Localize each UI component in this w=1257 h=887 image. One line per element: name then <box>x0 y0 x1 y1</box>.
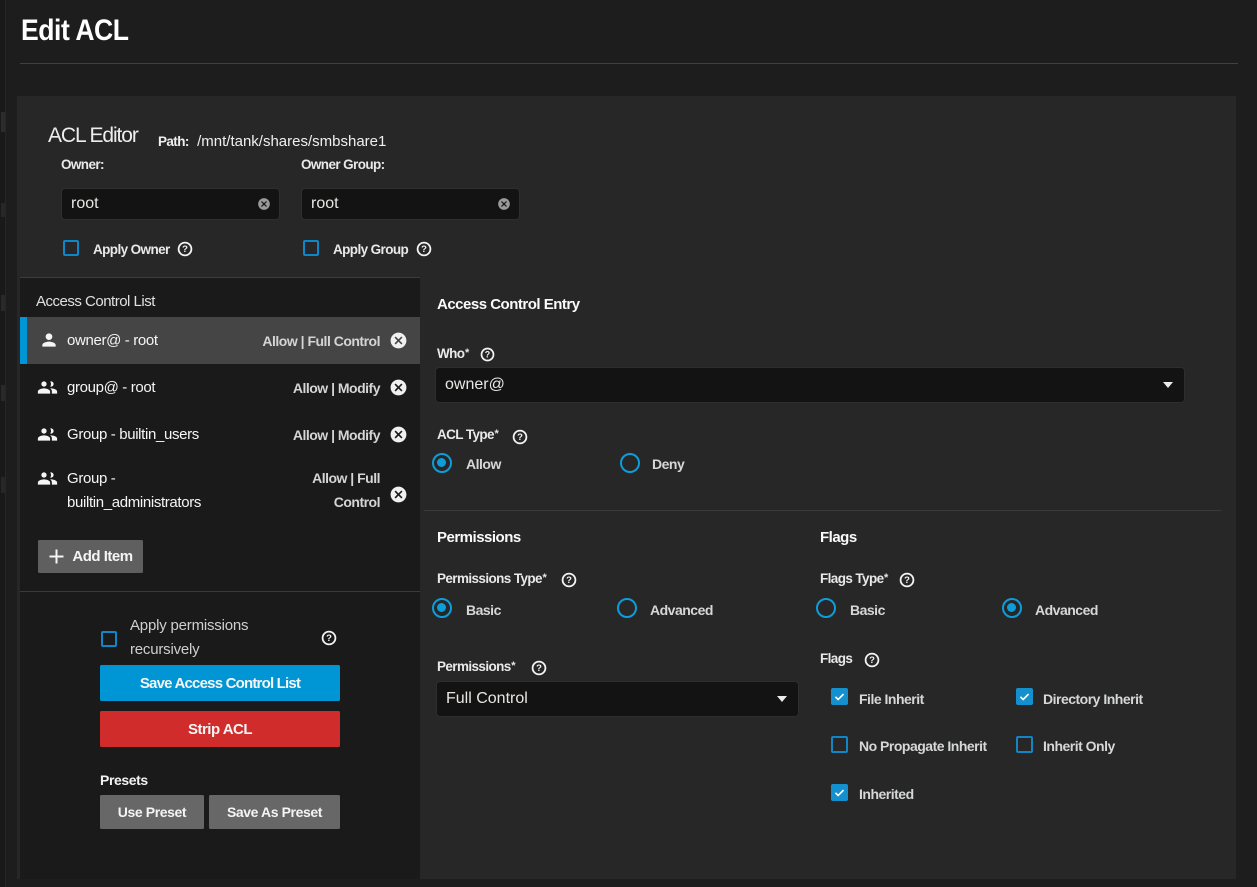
svg-text:?: ? <box>485 350 490 360</box>
svg-text:?: ? <box>182 244 188 255</box>
svg-text:?: ? <box>869 655 875 666</box>
svg-text:?: ? <box>517 432 523 443</box>
svg-text:?: ? <box>904 575 910 586</box>
svg-text:?: ? <box>421 244 427 255</box>
svg-text:?: ? <box>566 575 572 586</box>
svg-text:?: ? <box>326 633 332 644</box>
svg-text:?: ? <box>536 663 542 674</box>
